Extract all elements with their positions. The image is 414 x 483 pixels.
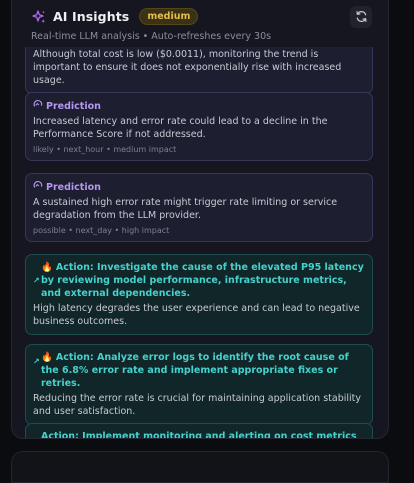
prediction-label: Prediction bbox=[46, 100, 101, 112]
fire-icon: 🔥 bbox=[41, 262, 53, 273]
title-row: AI Insights medium bbox=[31, 8, 199, 25]
prediction-header: Prediction bbox=[33, 180, 364, 194]
prediction-meta: possible • next_day • high impact bbox=[33, 226, 170, 235]
prediction-card: Prediction Increased latency and error r… bbox=[25, 92, 373, 161]
trend-icon bbox=[33, 99, 43, 113]
action-text: High latency degrades the user experienc… bbox=[33, 303, 360, 327]
trending-up-icon: ↗ bbox=[33, 276, 40, 285]
prediction-text: Increased latency and error rate could l… bbox=[33, 116, 328, 140]
action-card[interactable]: Action: Implement monitoring and alertin… bbox=[25, 423, 373, 438]
prediction-header: Prediction bbox=[33, 99, 364, 113]
panel-header: AI Insights medium Real-time LLM analysi… bbox=[12, 0, 388, 50]
insight-card-partial: Although total cost is low ($0.0011), mo… bbox=[25, 47, 373, 94]
action-card[interactable]: ↗ 🔥 Action: Analyze error logs to identif… bbox=[25, 344, 373, 425]
fire-icon: 🔥 bbox=[41, 352, 53, 363]
action-title: Action: Analyze error logs to identify t… bbox=[41, 352, 349, 389]
action-lead: ↗ bbox=[33, 351, 41, 368]
refresh-icon bbox=[355, 8, 368, 27]
severity-badge: medium bbox=[139, 8, 199, 25]
action-card[interactable]: ↗ 🔥 Action: Investigate the cause of the … bbox=[25, 254, 373, 335]
action-header: ↗ 🔥 Action: Investigate the cause of the … bbox=[33, 261, 364, 300]
trend-icon bbox=[33, 180, 43, 194]
refresh-button[interactable] bbox=[350, 6, 372, 28]
action-title: Action: Implement monitoring and alertin… bbox=[41, 431, 357, 438]
insight-text: Although total cost is low ($0.0011), mo… bbox=[33, 49, 342, 86]
prediction-text: A sustained high error rate might trigge… bbox=[33, 197, 338, 221]
action-title-wrap: 🔥 Action: Investigate the cause of the el… bbox=[41, 261, 364, 300]
panel-title: AI Insights bbox=[53, 9, 130, 24]
action-text: Reducing the error rate is crucial for m… bbox=[33, 393, 362, 417]
panel-subtitle: Real-time LLM analysis • Auto-refreshes … bbox=[31, 31, 272, 42]
action-title-wrap: 🔥 Action: Analyze error logs to identify … bbox=[41, 351, 364, 390]
action-header: ↗ 🔥 Action: Analyze error logs to identif… bbox=[33, 351, 364, 390]
action-title: Action: Investigate the cause of the ele… bbox=[41, 262, 364, 299]
action-header: Action: Implement monitoring and alertin… bbox=[33, 430, 364, 438]
trending-up-icon: ↗ bbox=[33, 357, 40, 366]
next-panel bbox=[11, 451, 389, 483]
insights-list[interactable]: Although total cost is low ($0.0011), mo… bbox=[12, 47, 388, 438]
prediction-meta: likely • next_hour • medium impact bbox=[33, 145, 177, 154]
prediction-label: Prediction bbox=[46, 181, 101, 193]
ai-insights-panel: AI Insights medium Real-time LLM analysi… bbox=[11, 0, 389, 439]
sparkles-icon bbox=[31, 9, 47, 25]
action-lead: ↗ bbox=[33, 261, 41, 287]
prediction-card: Prediction A sustained high error rate m… bbox=[25, 173, 373, 242]
